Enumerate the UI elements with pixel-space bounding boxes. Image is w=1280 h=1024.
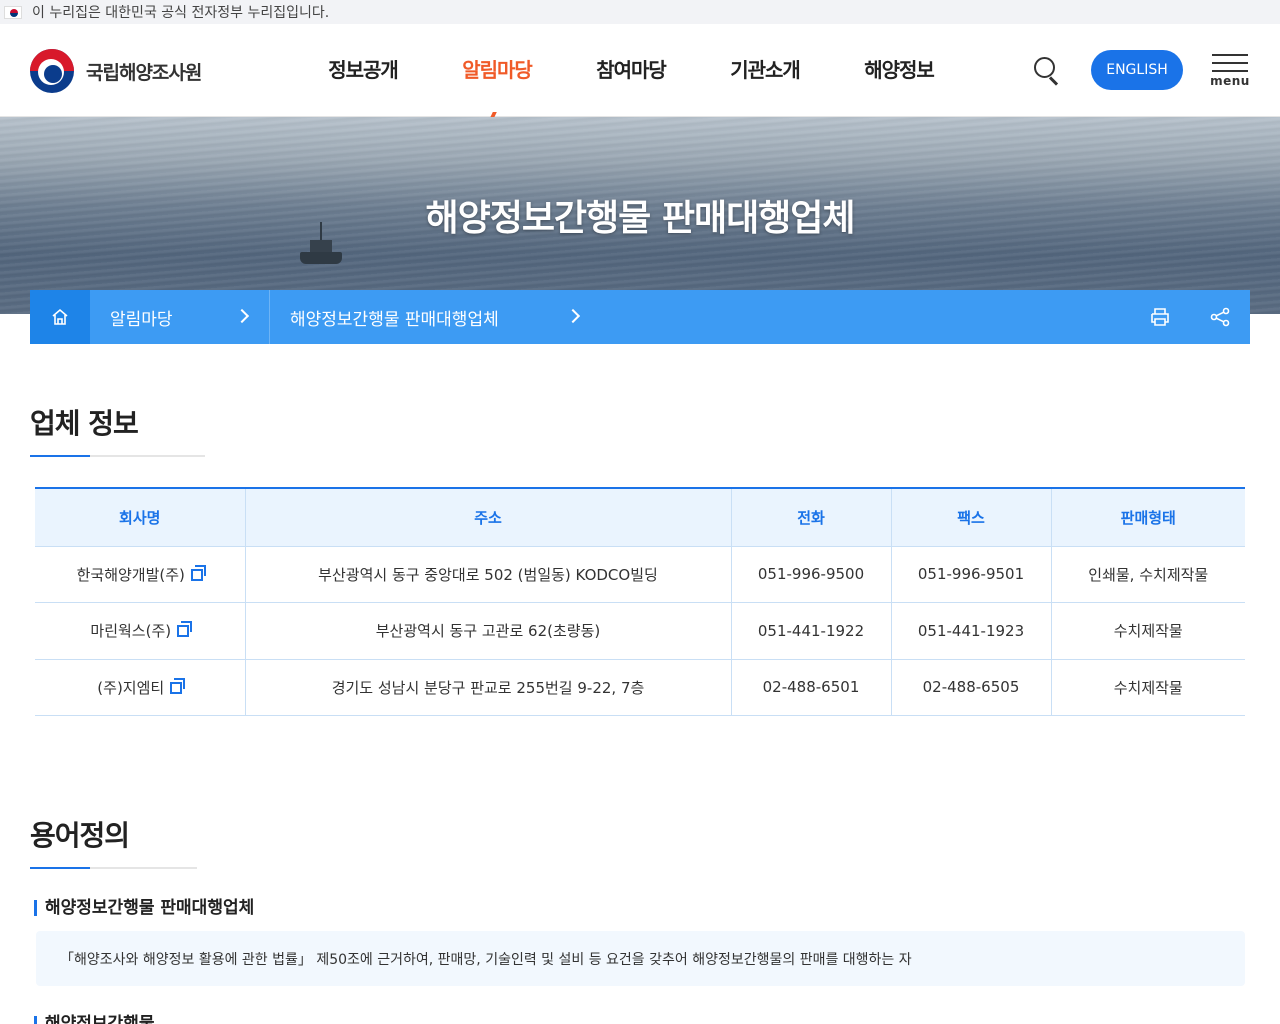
table-row: 한국해양개발(주) 부산광역시 동구 중앙대로 502 (범일동) KODCO빌… <box>35 546 1245 603</box>
company-table: 회사명 주소 전화 팩스 판매형태 한국해양개발(주) 부산광역시 동구 중앙대… <box>35 487 1245 716</box>
main-nav: 정보공개 알림마당 참여마당 기관소개 해양정보 <box>296 54 966 83</box>
chevron-down-icon <box>565 308 581 324</box>
column-header: 회사명 <box>35 487 246 547</box>
sales-type-cell: 인쇄물, 수치제작물 <box>1051 546 1245 603</box>
company-name-link[interactable]: (주)지엠티 <box>97 679 164 697</box>
phone-cell: 02-488-6501 <box>731 659 892 716</box>
company-name-cell[interactable]: (주)지엠티 <box>35 659 246 716</box>
address-cell: 부산광역시 동구 고관로 62(초량동) <box>245 602 732 660</box>
gov-notice-text: 이 누리집은 대한민국 공식 전자정부 누리집입니다. <box>32 5 330 21</box>
sales-type-cell: 수치제작물 <box>1051 602 1245 660</box>
nav-item-participation[interactable]: 참여마당 <box>564 54 698 83</box>
section-underline <box>30 867 197 869</box>
term-heading: 해양정보간행물 <box>34 1016 154 1024</box>
home-icon[interactable] <box>30 290 90 344</box>
column-header: 팩스 <box>891 487 1052 547</box>
section-title-company: 업체 정보 <box>30 407 139 440</box>
print-icon[interactable] <box>1130 290 1190 344</box>
column-header: 전화 <box>731 487 892 547</box>
site-header: 국립해양조사원 정보공개 알림마당 참여마당 기관소개 해양정보 ENGLISH… <box>0 24 1280 117</box>
table-header-row: 회사명 주소 전화 팩스 판매형태 <box>35 487 1245 547</box>
external-link-icon[interactable] <box>177 621 193 638</box>
term-heading: 해양정보간행물 판매대행업체 <box>34 900 254 917</box>
breadcrumb-label: 해양정보간행물 판매대행업체 <box>290 309 499 330</box>
page-title: 해양정보간행물 판매대행업체 <box>425 198 855 239</box>
section-title-terms: 용어정의 <box>30 819 130 852</box>
share-icon[interactable] <box>1190 290 1250 344</box>
term-definition: 「해양조사와 해양정보 활용에 관한 법률」 제50조에 근거하여, 판매망, … <box>36 931 1245 986</box>
table-row: (주)지엠티 경기도 성남시 분당구 판교로 255번길 9-22, 7층 02… <box>35 659 1245 716</box>
breadcrumb-label: 알림마당 <box>110 309 173 330</box>
english-button[interactable]: ENGLISH <box>1091 50 1183 90</box>
sales-type-cell: 수치제작물 <box>1051 659 1245 716</box>
company-name-link[interactable]: 한국해양개발(주) <box>77 566 185 584</box>
breadcrumb-tools <box>1130 290 1250 344</box>
korea-flag-icon <box>4 5 22 19</box>
nav-item-about[interactable]: 기관소개 <box>698 54 832 83</box>
breadcrumb-item-notices[interactable]: 알림마당 <box>90 290 270 344</box>
search-icon[interactable] <box>1032 55 1062 86</box>
external-link-icon[interactable] <box>190 564 206 581</box>
breadcrumb-item-current[interactable]: 해양정보간행물 판매대행업체 <box>270 290 600 344</box>
phone-cell: 051-996-9500 <box>731 546 892 603</box>
fax-cell: 02-488-6505 <box>891 659 1052 716</box>
company-name-cell[interactable]: 마린웍스(주) <box>35 602 246 660</box>
site-logo[interactable]: 국립해양조사원 <box>30 49 202 93</box>
nav-item-notices[interactable]: 알림마당 <box>430 54 564 83</box>
address-cell: 경기도 성남시 분당구 판교로 255번길 9-22, 7층 <box>245 659 732 716</box>
nav-item-info-disclosure[interactable]: 정보공개 <box>296 54 430 83</box>
table-row: 마린웍스(주) 부산광역시 동구 고관로 62(초량동) 051-441-192… <box>35 602 1245 660</box>
section-underline <box>30 455 205 457</box>
fax-cell: 051-996-9501 <box>891 546 1052 603</box>
government-emblem-icon <box>30 49 74 93</box>
external-link-icon[interactable] <box>170 677 186 694</box>
hero-banner: 해양정보간행물 판매대행업체 <box>0 117 1280 314</box>
menu-label: menu <box>1210 74 1250 88</box>
gov-notice-bar: 이 누리집은 대한민국 공식 전자정부 누리집입니다. <box>0 0 1280 24</box>
chevron-down-icon <box>234 308 250 324</box>
company-name-cell[interactable]: 한국해양개발(주) <box>35 546 246 603</box>
address-cell: 부산광역시 동구 중앙대로 502 (범일동) KODCO빌딩 <box>245 546 732 603</box>
company-name-link[interactable]: 마린웍스(주) <box>90 622 171 640</box>
column-header: 주소 <box>245 487 732 547</box>
fax-cell: 051-441-1923 <box>891 602 1052 660</box>
nav-item-ocean-info[interactable]: 해양정보 <box>832 54 966 83</box>
breadcrumb: 알림마당 해양정보간행물 판매대행업체 <box>30 290 1250 344</box>
column-header: 판매형태 <box>1051 487 1245 547</box>
phone-cell: 051-441-1922 <box>731 602 892 660</box>
menu-button[interactable]: menu <box>1210 54 1250 88</box>
logo-name: 국립해양조사원 <box>86 61 202 84</box>
